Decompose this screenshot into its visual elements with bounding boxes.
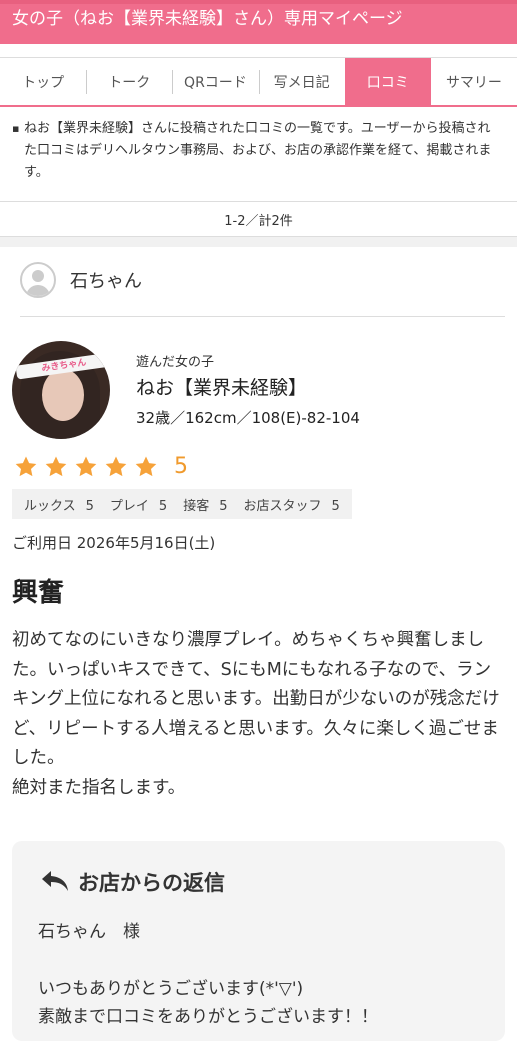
visit-date: ご利用日 2026年5月16日(土) (12, 534, 216, 552)
shop-reply-box: お店からの返信 石ちゃん 様 いつもありがとうございます(*'▽') 素敵まで口… (12, 841, 505, 1041)
review-body: 初めてなのにいきなり濃厚プレイ。めちゃくちゃ興奮しました。いっぱいキスできて、S… (12, 630, 500, 798)
tab-qrcode[interactable]: QRコード (172, 58, 258, 105)
subscore-looks: ルックス 5 (24, 498, 94, 514)
tab-reviews[interactable]: 口コミ (344, 58, 431, 105)
reviewer-row: 石ちゃん (20, 262, 505, 317)
star-icon (134, 455, 158, 479)
girl-label: 遊んだ女の子 (136, 355, 215, 370)
subscore-play: プレイ 5 (109, 498, 168, 514)
reply-arrow-icon (42, 871, 68, 891)
tab-top[interactable]: トップ (0, 58, 86, 105)
star-icon (44, 455, 68, 479)
subscores: ルックス 5 プレイ 5 接客 5 お店スタッフ 5 (12, 489, 352, 519)
star-icon (104, 455, 128, 479)
user-avatar-icon (20, 262, 56, 298)
rating-score: 5 (174, 454, 188, 479)
girl-name[interactable]: ねお【業界未経験】 (136, 373, 307, 400)
star-rating: 5 (14, 454, 188, 479)
tab-photo-diary[interactable]: 写メ日記 (258, 58, 345, 105)
review-title: 興奮 (12, 578, 65, 608)
girl-photo[interactable]: みきちゃん (12, 341, 110, 439)
reply-heading-text: お店からの返信 (78, 871, 225, 895)
tab-talk[interactable]: トーク (86, 58, 172, 105)
section-divider (0, 237, 517, 247)
reviewer-name: 石ちゃん (70, 271, 142, 292)
reply-recipient: 石ちゃん 様 (38, 922, 140, 942)
subscore-service: 接客 5 (183, 498, 228, 514)
girl-spec: 32歳／162cm／108(E)-82-104 (136, 409, 360, 427)
star-icon (74, 455, 98, 479)
page-header: 女の子（ねお【業界未経験】さん）専用マイページ (0, 4, 517, 44)
pagination-count: 1-2／計2件 (0, 201, 517, 237)
tab-bar: トップ トーク QRコード 写メ日記 口コミ サマリー (0, 57, 517, 107)
girl-info: みきちゃん 遊んだ女の子 ねお【業界未経験】 32歳／162cm／108(E)-… (12, 341, 502, 441)
tab-summary[interactable]: サマリー (431, 58, 517, 105)
reply-text: いつもありがとうございます(*'▽') 素敵まで口コミをありがとうございます！！ (38, 979, 378, 1027)
subscore-staff: お店スタッフ 5 (243, 498, 340, 514)
reply-heading: お店からの返信 (40, 867, 225, 897)
star-icon (14, 455, 38, 479)
page-title: 女の子（ねお【業界未経験】さん）専用マイページ (12, 9, 403, 29)
notice-text: ねお【業界未経験】さんに投稿された口コミの一覧です。ユーザーから投稿された口コミ… (12, 118, 502, 184)
